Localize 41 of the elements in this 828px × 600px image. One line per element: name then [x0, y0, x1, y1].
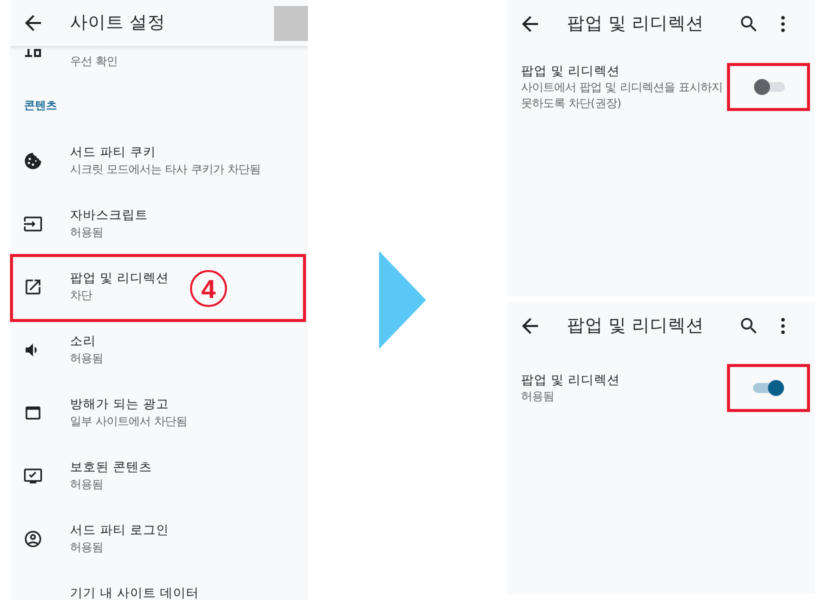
setting-title[interactable]: 방해가 되는 광고	[70, 395, 169, 413]
setting-title[interactable]: 서드 파티 쿠키	[70, 143, 156, 161]
back-icon[interactable]	[522, 318, 538, 334]
setting-title[interactable]: 보호된 콘텐츠	[70, 458, 152, 476]
setting-description: 허용됨	[521, 389, 555, 405]
setting-title[interactable]: 소리	[70, 332, 96, 350]
setting-description: 사이트에서 팝업 및 리디렉션을 표시하지 못하도록 차단(권장)	[521, 80, 724, 112]
setting-subtitle: 허용됨	[70, 477, 103, 493]
back-icon[interactable]	[25, 15, 41, 31]
back-icon[interactable]	[522, 16, 538, 32]
section-header: 콘텐츠	[24, 98, 57, 114]
setting-title[interactable]: 서드 파티 로그인	[70, 521, 169, 539]
open-in-new-icon	[24, 278, 42, 296]
setting-subtitle: 시크릿 모드에서는 타사 쿠키가 차단됨	[70, 162, 260, 178]
setting-subtitle: 허용됨	[70, 225, 103, 241]
setting-subtitle: 일부 사이트에서 차단됨	[70, 414, 188, 430]
setting-subtitle: 허용됨	[70, 540, 103, 556]
screen-title: 사이트 설정	[70, 12, 166, 35]
window-icon	[24, 404, 42, 422]
monitor-check-icon	[24, 467, 42, 485]
more-options-icon[interactable]	[781, 16, 785, 32]
setting-subtitle: 차단	[70, 288, 92, 304]
toggle-switch[interactable]	[752, 379, 784, 397]
step-number: 4	[190, 270, 227, 307]
search-icon[interactable]	[741, 16, 757, 32]
toggle-switch[interactable]	[752, 78, 784, 96]
cropped-icon	[25, 48, 41, 57]
setting-title: 팝업 및 리디렉션	[521, 371, 621, 389]
setting-subtitle: 허용됨	[70, 351, 103, 367]
enter-box-icon	[24, 215, 42, 233]
setting-subtitle: 우선 확인	[70, 54, 118, 70]
setting-title[interactable]: 팝업 및 리디렉션	[70, 269, 169, 287]
screen-title: 팝업 및 리디렉션	[567, 13, 706, 36]
cookie-icon	[24, 152, 42, 170]
search-icon[interactable]	[741, 318, 757, 334]
setting-title: 팝업 및 리디렉션	[521, 62, 621, 80]
more-options-icon[interactable]	[781, 318, 785, 334]
setting-title[interactable]: 기기 내 사이트 데이터	[70, 584, 199, 600]
setting-title[interactable]: 자바스크립트	[70, 206, 148, 224]
screen-title: 팝업 및 리디렉션	[567, 315, 706, 338]
masking-block	[274, 6, 308, 41]
